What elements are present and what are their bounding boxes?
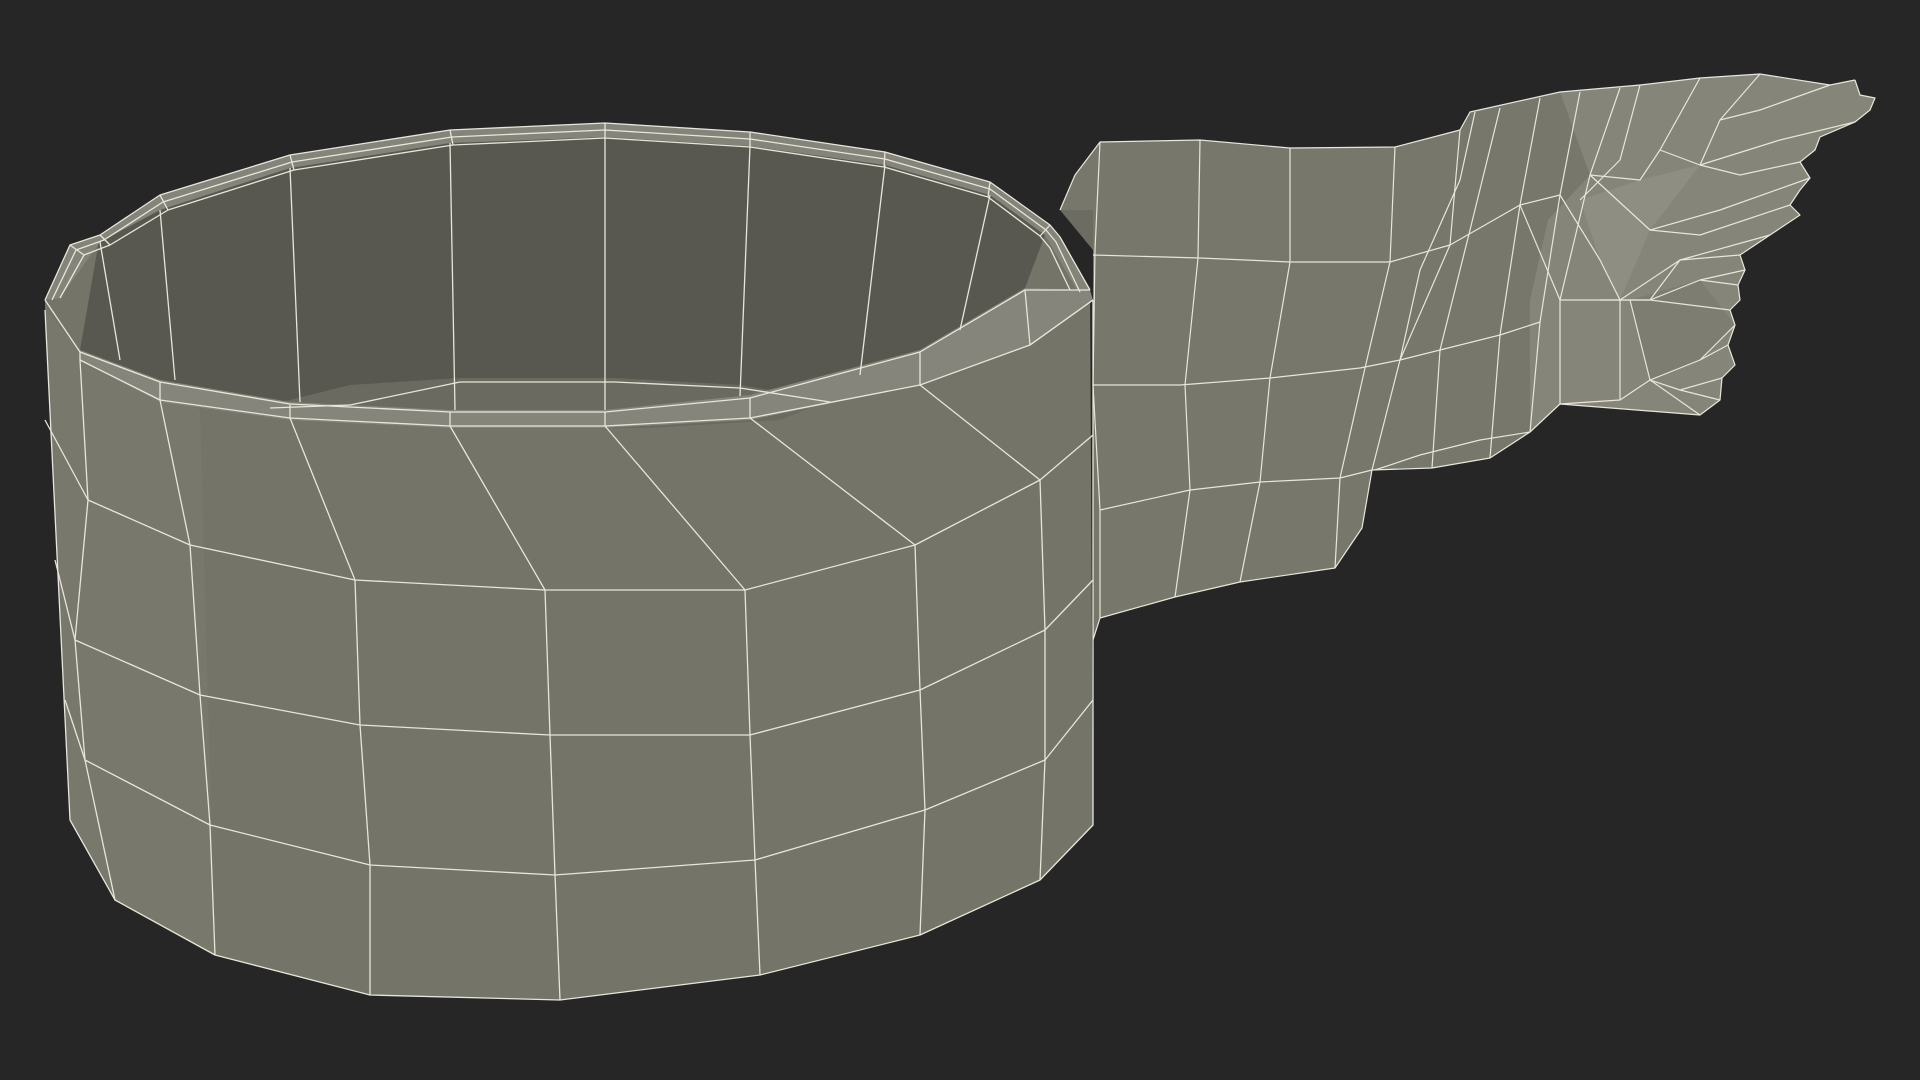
cup-mesh	[44, 122, 1094, 1001]
3d-viewport	[0, 0, 1920, 1080]
